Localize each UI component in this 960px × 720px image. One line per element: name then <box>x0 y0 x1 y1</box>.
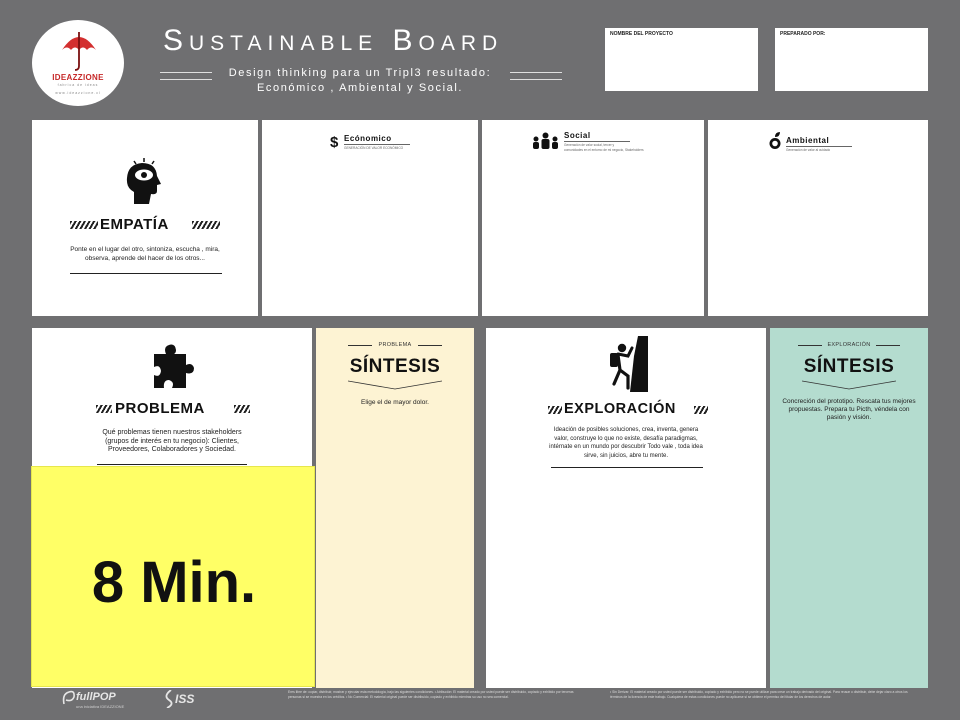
exploracion-underline <box>551 467 703 469</box>
stripes-right <box>192 221 220 229</box>
chevron-down-icon <box>348 380 442 390</box>
project-name-label: NOMBRE DEL PROYECTO <box>610 31 673 37</box>
footer-license-right: • Sin Derivar: El material creado por us… <box>610 690 908 699</box>
empatia-description: Ponte en el lugar del otro, sintoniza, e… <box>70 246 220 262</box>
social-line <box>564 141 630 142</box>
decor-lines-right <box>510 72 562 80</box>
fullpop-name: fullPOP <box>76 691 116 703</box>
social-subtitle-1: Generación de valor social, tercer y <box>564 143 615 147</box>
ambiental-line <box>786 146 852 147</box>
sintesis-problema-description: Elige el de mayor dolor. <box>361 399 429 406</box>
climber-icon <box>610 336 648 392</box>
sintesis-exploracion-title: SÍNTESIS <box>803 356 895 377</box>
problema-title: PROBLEMA <box>115 400 205 417</box>
stripes-right <box>694 406 708 414</box>
economico-line <box>344 144 410 145</box>
prepared-by-label: PREPARADO POR: <box>780 31 826 37</box>
economico-title: Ecónomico <box>344 134 392 143</box>
sintesis-problema-panel[interactable]: PROBLEMA SÍNTESIS Elige el de mayor dolo… <box>316 328 474 688</box>
logo-tagline: fabrica de ideas <box>57 83 99 87</box>
problema-description: Qué problemas tienen nuestros stakeholde… <box>102 429 242 453</box>
svg-text:$: $ <box>330 134 339 149</box>
problema-underline <box>97 464 247 466</box>
ambiental-panel[interactable]: Ambiental Generación de valor al cuidado <box>708 120 928 316</box>
puzzle-icon <box>154 344 194 388</box>
social-subtitle-2: comunidades en el entorno de mi negocio,… <box>564 148 644 152</box>
empatia-panel[interactable]: EMPATÍA Ponte en el lugar del otro, sint… <box>32 120 258 316</box>
stripes-right <box>234 405 250 413</box>
chevron-down-icon <box>802 380 896 390</box>
timer-label: 8 Min. <box>91 550 257 615</box>
sintesis-problema-title: SÍNTESIS <box>349 356 441 377</box>
leaf-recycle-icon <box>769 132 781 149</box>
sintesis-problema-top-label: PROBLEMA <box>378 342 412 348</box>
stripes-left <box>548 406 562 414</box>
iss-mark-icon <box>165 690 173 708</box>
sintesis-exploracion-top-label: EXPLORACIÓN <box>827 342 871 348</box>
umbrella-icon <box>62 32 96 71</box>
exploracion-description: Ideación de posibles soluciones, crea, i… <box>549 427 703 459</box>
stripes-left <box>96 405 112 413</box>
subtitle-line-1: Design thinking para un Tripl3 resultado… <box>228 67 492 79</box>
board-title: Sustainable Board <box>163 24 504 57</box>
iss-name: ISS <box>175 692 195 706</box>
top-line-right <box>418 345 442 346</box>
subtitle-line-2: Económico , Ambiental y Social. <box>256 82 464 94</box>
ambiental-subtitle: Generación de valor al cuidado <box>786 148 831 152</box>
sintesis-exploracion-description: Concreción del prototipo. Rescata tus me… <box>782 398 916 421</box>
footer-license-left: Eres libre de: copiar, distribuir, mostr… <box>288 690 574 699</box>
decor-lines-left <box>160 72 212 80</box>
prepared-by-box[interactable]: PREPARADO POR: <box>775 28 928 91</box>
ambiental-title: Ambiental <box>786 136 830 145</box>
board-subtitle: Design thinking para un Tripl3 resultado… <box>220 66 500 96</box>
fullpop-sub: una iniciativa IDEAZZIONE <box>76 704 125 709</box>
top-line-right <box>876 345 900 346</box>
ideazzione-logo: IDEAZZIONE fabrica de ideas www.ideazzio… <box>32 20 124 106</box>
social-panel[interactable]: Social Generación de valor social, terce… <box>482 120 704 316</box>
exploracion-panel[interactable]: EXPLORACIÓN Ideación de posibles solucio… <box>486 328 766 688</box>
project-name-box[interactable]: NOMBRE DEL PROYECTO <box>605 28 758 91</box>
logo-url: www.ideazzione.cl <box>55 91 101 95</box>
economico-subtitle: GENERACIÓN DE VALOR ECONÓMICO <box>344 146 404 150</box>
dollar-icon: $ <box>330 134 339 149</box>
economico-panel[interactable]: $ Ecónomico GENERACIÓN DE VALOR ECONÓMIC… <box>262 120 478 316</box>
empatia-title: EMPATÍA <box>100 216 169 233</box>
empatia-underline <box>70 273 222 275</box>
sintesis-exploracion-panel[interactable]: EXPLORACIÓN SÍNTESIS Concreción del prot… <box>770 328 928 688</box>
fullpop-mark-icon <box>62 690 75 705</box>
social-title: Social <box>564 131 591 140</box>
timer-overlay: 8 Min. <box>31 466 315 687</box>
people-icon <box>533 132 558 149</box>
exploracion-title: EXPLORACIÓN <box>564 401 676 417</box>
stripes-left <box>70 221 98 229</box>
logo-name: IDEAZZIONE <box>52 73 104 82</box>
head-eye-icon <box>126 158 161 204</box>
